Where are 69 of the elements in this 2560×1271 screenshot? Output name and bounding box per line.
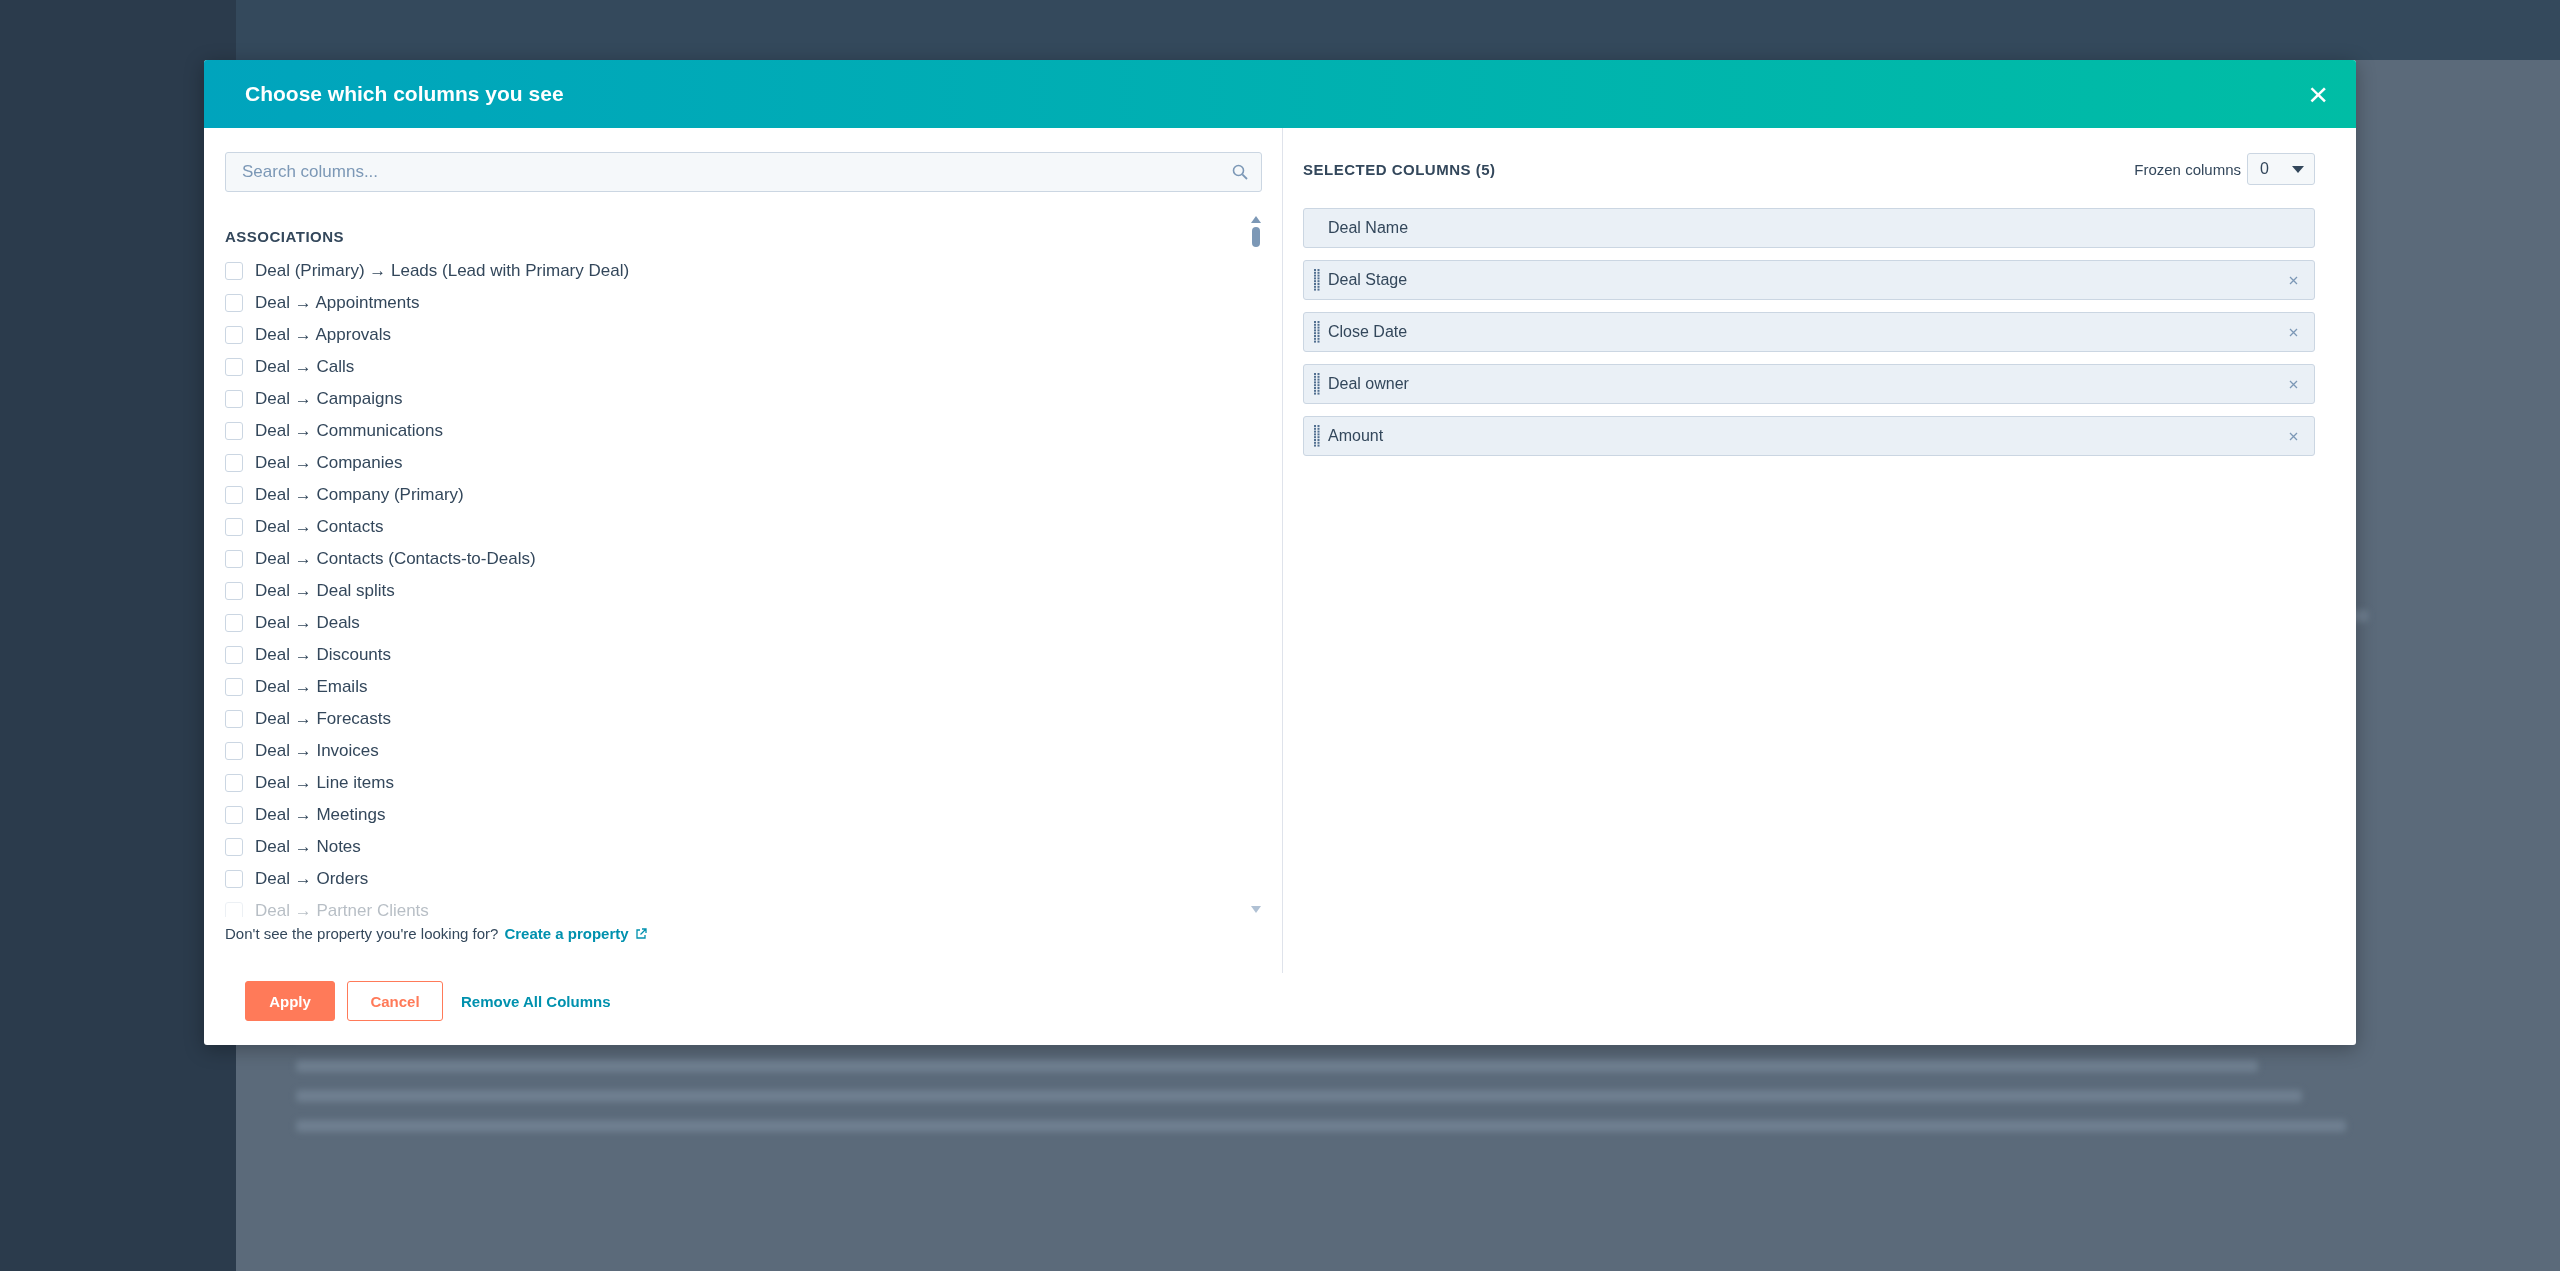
frozen-columns-dropdown[interactable]: 0	[2247, 153, 2315, 185]
drag-handle-icon[interactable]	[1314, 321, 1320, 343]
column-name: Amount	[1328, 427, 1385, 445]
checkbox-label[interactable]: Deal → Notes	[255, 837, 361, 857]
section-heading: ASSOCIATIONS	[225, 228, 346, 245]
checkbox[interactable]	[225, 774, 243, 792]
checkbox-label[interactable]: Deal → Contacts (Contacts-to-Deals)	[255, 549, 536, 569]
checkbox[interactable]	[225, 422, 243, 440]
checkbox[interactable]	[225, 486, 243, 504]
checkbox[interactable]	[225, 454, 243, 472]
scroll-up-icon	[1251, 216, 1261, 223]
checkbox-label[interactable]: Deal → Line items	[255, 773, 394, 793]
checkbox[interactable]	[225, 262, 243, 280]
checkbox-label[interactable]: Deal → Invoices	[255, 741, 379, 761]
drag-handle-icon[interactable]	[1314, 269, 1320, 291]
checkbox[interactable]	[225, 678, 243, 696]
hint-text: Don't see the property you're looking for?	[225, 925, 499, 942]
search-field[interactable]: Search columns...	[225, 152, 1262, 192]
column-name: Deal owner	[1328, 375, 1410, 393]
checkbox[interactable]	[225, 390, 243, 408]
checkbox[interactable]	[225, 870, 243, 888]
selected-column[interactable]: Close Date	[1303, 312, 2315, 352]
column-name: Deal Name	[1328, 219, 1410, 237]
checkbox[interactable]	[225, 614, 243, 632]
checkbox-label[interactable]: Deal → Approvals	[255, 325, 392, 345]
checkbox-label[interactable]: Deal → Deal splits	[255, 581, 395, 601]
frozen-columns-label: Frozen columns	[2134, 160, 2241, 178]
checkbox-label[interactable]: Deal → Communications	[255, 421, 443, 441]
checkbox[interactable]	[225, 550, 243, 568]
column-name: Deal Stage	[1328, 271, 1409, 289]
checkbox[interactable]	[225, 518, 243, 536]
selected-column[interactable]: Amount	[1303, 416, 2315, 456]
checkbox-label[interactable]: Deal → Discounts	[255, 645, 392, 665]
search-icon	[1232, 164, 1248, 180]
remove-all-columns-button[interactable]: Remove All Columns	[455, 981, 617, 1021]
drag-handle-icon[interactable]	[1314, 373, 1320, 395]
checkbox[interactable]	[225, 806, 243, 824]
checkbox-label[interactable]: Deal → Contacts	[255, 517, 384, 537]
checkbox[interactable]	[225, 710, 243, 728]
checkbox-label[interactable]: Deal → Forecasts	[255, 709, 392, 729]
checkbox-label[interactable]: Deal → Calls	[255, 357, 355, 377]
scroll-down-icon	[1251, 906, 1261, 913]
selected-columns-heading: SELECTED COLUMNS (5)	[1303, 160, 1496, 178]
checkbox[interactable]	[225, 838, 243, 856]
drag-handle-icon[interactable]	[1314, 425, 1320, 447]
scrollbar-thumb[interactable]	[1252, 227, 1260, 247]
checkbox[interactable]	[225, 294, 243, 312]
checkbox-label[interactable]: Deal → Company (Primary)	[255, 485, 464, 505]
checkbox-label[interactable]: Deal → Appointments	[255, 293, 420, 313]
selected-column[interactable]: Deal Name	[1303, 208, 2315, 248]
create-property-link[interactable]: Create a property	[504, 925, 647, 942]
checkbox-label[interactable]: Deal → Orders	[255, 869, 369, 889]
selected-column[interactable]: Deal owner	[1303, 364, 2315, 404]
checkbox-label[interactable]: Deal (Primary) → Leads (Lead with Primary Deal)	[255, 261, 630, 281]
checkbox-label[interactable]: Deal → Campaigns	[255, 389, 403, 409]
checkbox[interactable]	[225, 326, 243, 344]
checkbox-label[interactable]: Deal → Deals	[255, 613, 360, 633]
checkbox-label[interactable]: Deal → Emails	[255, 677, 368, 697]
checkbox-label[interactable]: Deal → Meetings	[255, 805, 386, 825]
selected-column[interactable]: Deal Stage	[1303, 260, 2315, 300]
column-name: Close Date	[1328, 323, 1409, 341]
checkbox-label[interactable]: Deal → Companies	[255, 453, 403, 473]
external-link-icon	[634, 927, 647, 940]
checkbox[interactable]	[225, 582, 243, 600]
caret-down-icon	[2292, 165, 2304, 173]
dialog-title: Choose which columns you see	[245, 82, 564, 106]
checkbox[interactable]	[225, 742, 243, 760]
checkbox[interactable]	[225, 358, 243, 376]
checkbox[interactable]	[225, 646, 243, 664]
